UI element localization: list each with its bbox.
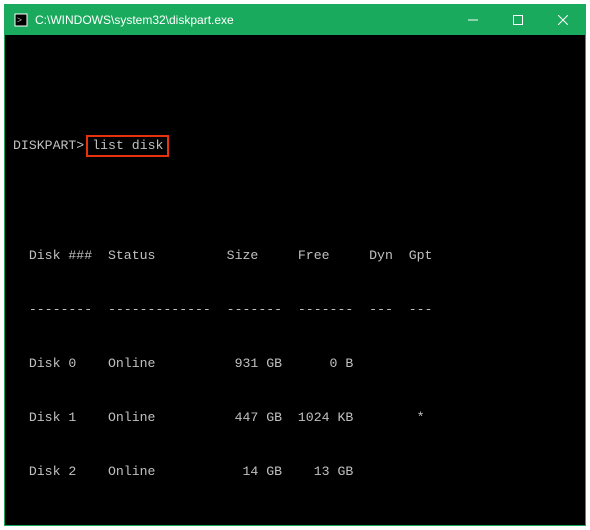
disk-table-divider: -------- ------------- ------- ------- -… [13, 301, 577, 319]
app-window: > C:\WINDOWS\system32\diskpart.exe DISKP… [4, 4, 586, 526]
prompt-line: DISKPART> list disk [13, 135, 577, 157]
svg-text:>: > [17, 15, 22, 25]
disk-table-header: Disk ### Status Size Free Dyn Gpt [13, 247, 577, 265]
window-title: C:\WINDOWS\system32\diskpart.exe [35, 13, 450, 27]
app-icon: > [13, 12, 29, 28]
table-row: Disk 1 Online 447 GB 1024 KB * [13, 409, 577, 427]
maximize-button[interactable] [495, 5, 540, 35]
close-button[interactable] [540, 5, 585, 35]
table-row: Disk 0 Online 931 GB 0 B [13, 355, 577, 373]
prompt: DISKPART> [13, 137, 84, 155]
terminal-output[interactable]: DISKPART> list disk Disk ### Status Size… [5, 35, 585, 525]
titlebar[interactable]: > C:\WINDOWS\system32\diskpart.exe [5, 5, 585, 35]
table-row: Disk 2 Online 14 GB 13 GB [13, 463, 577, 481]
command-list-disk: list disk [86, 135, 169, 157]
minimize-button[interactable] [450, 5, 495, 35]
